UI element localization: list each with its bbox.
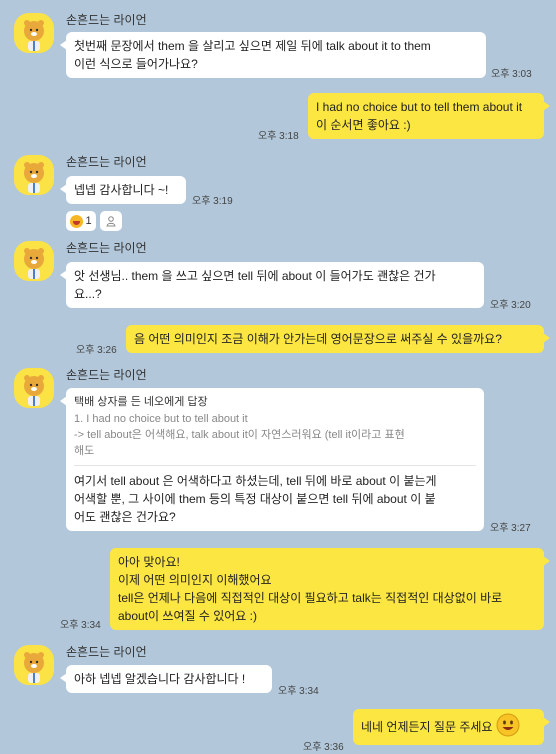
message-bubble[interactable]: 아하 넵넵 알겠습니다 감사합니다 !: [60, 665, 272, 693]
sender-name: 손흔드는 라이언: [66, 155, 147, 169]
message-bubble[interactable]: 네네 언제든지 질문 주세요: [353, 709, 550, 745]
message-time: 오후 3:20: [490, 300, 531, 311]
sender-name: 손흔드는 라이언: [66, 241, 147, 255]
sender-name: 손흔드는 라이언: [66, 368, 147, 382]
message-time: 오후 3:26: [76, 345, 117, 356]
reply-message-bubble[interactable]: 택배 상자를 든 네오에게 답장 1. I had no choice but …: [60, 388, 484, 531]
reaction-count: 1: [85, 215, 92, 227]
message-time: 오후 3:36: [303, 742, 344, 753]
sender-name: 손흔드는 라이언: [66, 13, 147, 27]
person-icon: [106, 216, 116, 227]
reply-header: 택배 상자를 든 네오에게 답장: [74, 396, 208, 408]
reaction-badge[interactable]: 1: [66, 211, 96, 231]
avatar[interactable]: [14, 155, 54, 195]
message-bubble[interactable]: I had no choice but to tell them about i…: [308, 93, 550, 139]
message-time: 오후 3:03: [491, 69, 532, 80]
message-text: 여기서 tell about 은 어색하다고 하셨는데, tell 뒤에 바로 …: [74, 474, 437, 524]
reply-divider: [74, 465, 476, 466]
message-bubble[interactable]: 앗 선생님.. them 을 쓰고 싶으면 tell 뒤에 about 이 들어…: [60, 262, 484, 308]
message-time: 오후 3:18: [258, 131, 299, 142]
message-bubble[interactable]: 아아 맞아요! 이제 어떤 의미인지 이해했어요 tell은 언제나 다음에 직…: [110, 548, 550, 630]
message-bubble[interactable]: 첫번째 문장에서 them 을 살리고 싶으면 제일 뒤에 talk about…: [60, 32, 486, 78]
add-reaction-button[interactable]: [100, 211, 122, 231]
avatar[interactable]: [14, 645, 54, 685]
message-text: 네네 언제든지 질문 주세요: [361, 720, 493, 734]
avatar[interactable]: [14, 368, 54, 408]
smiley-emoji-icon: [496, 713, 520, 742]
reply-quote[interactable]: 1. I had no choice but to tell about it …: [74, 411, 476, 459]
sender-name: 손흔드는 라이언: [66, 645, 147, 659]
message-time: 오후 3:34: [278, 686, 319, 697]
message-time: 오후 3:27: [490, 523, 531, 534]
message-time: 오후 3:34: [60, 620, 101, 631]
message-time: 오후 3:19: [192, 196, 233, 207]
avatar[interactable]: [14, 13, 54, 53]
message-bubble[interactable]: 음 어떤 의미인지 조금 이해가 안가는데 영어문장으로 써주실 수 있을까요?: [126, 325, 550, 353]
message-bubble[interactable]: 넵넵 감사합니다 ~!: [60, 176, 186, 204]
avatar[interactable]: [14, 241, 54, 281]
laughing-emoji-icon: [70, 214, 84, 228]
